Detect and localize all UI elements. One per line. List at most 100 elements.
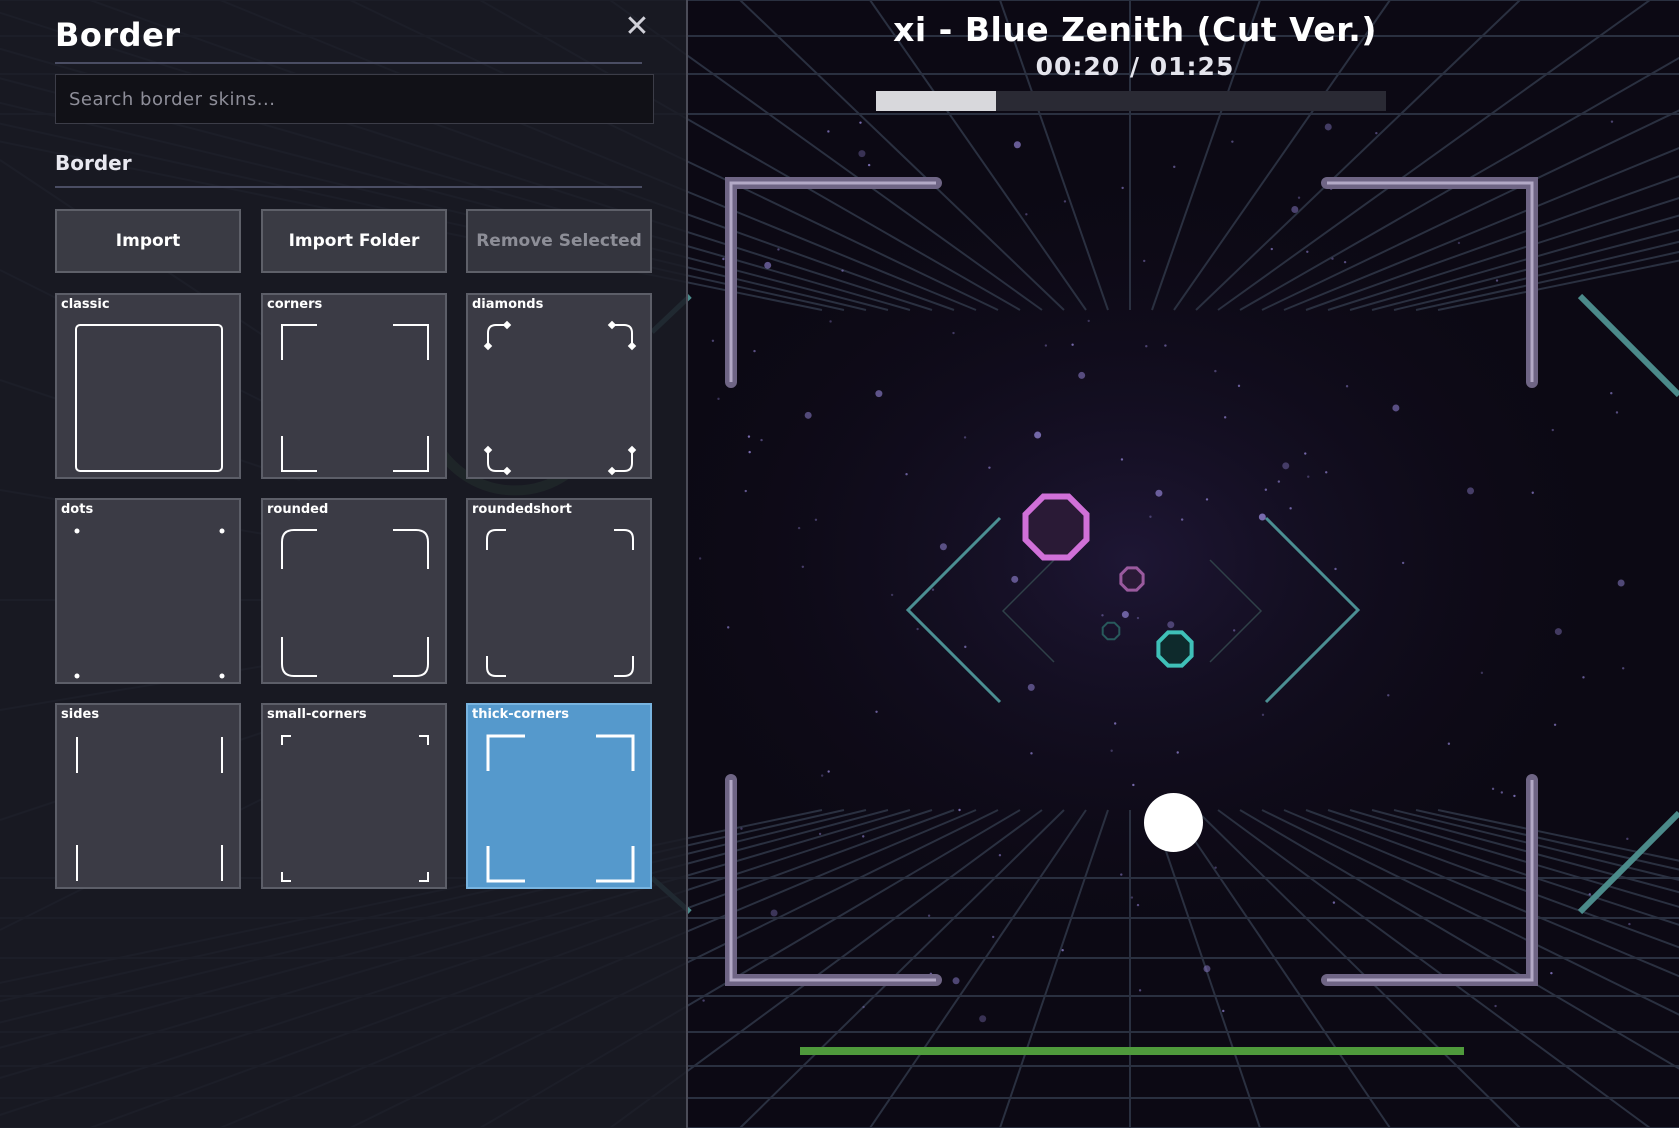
star [777, 248, 780, 251]
star [1155, 489, 1163, 497]
star [1258, 513, 1266, 521]
skin-tile-sides[interactable]: sides [55, 703, 241, 889]
close-icon[interactable]: ✕ [620, 10, 654, 44]
import-button[interactable]: Import [55, 209, 241, 273]
skin-tile-roundedshort[interactable]: roundedshort [466, 498, 652, 684]
star [1588, 893, 1591, 896]
star [1513, 794, 1516, 798]
star [702, 999, 705, 1002]
skin-tile-dots[interactable]: dots [55, 498, 241, 684]
skin-label: diamonds [472, 297, 544, 312]
skin-tile-corners[interactable]: corners [261, 293, 447, 479]
star [958, 808, 961, 812]
star [952, 331, 955, 335]
star [1063, 200, 1067, 203]
star [1626, 837, 1629, 841]
skin-label: corners [267, 297, 323, 312]
star [1554, 628, 1562, 636]
skin-label: small-corners [267, 707, 367, 722]
star [1582, 676, 1585, 679]
star [964, 645, 967, 649]
star [747, 435, 751, 438]
star [952, 977, 960, 985]
star [1332, 901, 1336, 904]
search-input[interactable] [55, 74, 654, 124]
remove-selected-button[interactable]: Remove Selected [466, 209, 652, 273]
star [1071, 343, 1074, 346]
import-folder-button[interactable]: Import Folder [261, 209, 447, 273]
star [1617, 579, 1625, 587]
star [1345, 385, 1349, 388]
star [740, 827, 743, 830]
skin-label: dots [61, 502, 94, 517]
song-time: 00:20 / 01:25 [1035, 52, 1235, 81]
star [1205, 498, 1209, 501]
star [875, 710, 878, 714]
diamonds-border-preview [483, 320, 637, 476]
star [1447, 742, 1451, 745]
star [1282, 462, 1290, 470]
star [1173, 165, 1176, 169]
star [998, 854, 1002, 857]
star [1027, 683, 1035, 691]
skin-tile-rounded[interactable]: rounded [261, 498, 447, 684]
star [1120, 458, 1124, 461]
skin-tile-classic[interactable]: classic [55, 293, 241, 479]
song-title: xi - Blue Zenith (Cut Ver.) [893, 10, 1377, 49]
note-pink-large [1022, 493, 1090, 561]
star [858, 150, 866, 158]
roundedshort-border-preview [486, 529, 634, 677]
star [1180, 518, 1184, 521]
skin-tile-diamonds[interactable]: diamonds [466, 293, 652, 479]
skin-tile-thick-corners[interactable]: thick-corners [466, 703, 652, 889]
star [1214, 866, 1217, 869]
skin-tile-small-corners[interactable]: small-corners [261, 703, 447, 889]
star [1550, 971, 1553, 975]
star [1222, 1009, 1225, 1013]
star [992, 935, 995, 939]
star [717, 397, 720, 401]
star [1261, 713, 1265, 717]
star [916, 627, 919, 631]
star [1138, 989, 1142, 992]
star [1130, 896, 1134, 899]
star [1500, 791, 1504, 794]
star [1553, 723, 1557, 726]
panel-title: Border [55, 16, 181, 54]
star [1628, 922, 1631, 926]
star [1387, 694, 1390, 697]
star [1375, 131, 1378, 135]
health-fill [800, 1047, 1464, 1055]
skin-label: thick-corners [472, 707, 569, 722]
star [711, 339, 715, 343]
star [1237, 384, 1241, 388]
star [1143, 259, 1146, 263]
border-settings-panel: Border ✕ Border Import Import Folder Rem… [0, 0, 688, 1128]
star [1013, 141, 1021, 149]
star [1270, 247, 1274, 251]
star [1467, 487, 1475, 495]
star [1610, 120, 1614, 123]
song-progress-fill [876, 91, 996, 111]
thick-corners-border-preview [486, 734, 635, 883]
star [1214, 369, 1217, 373]
star [1101, 614, 1104, 617]
star [1061, 948, 1064, 952]
star [829, 320, 832, 323]
star [1495, 279, 1499, 282]
star [797, 526, 801, 530]
star [1331, 257, 1334, 260]
star [1164, 344, 1167, 347]
section-divider [55, 186, 642, 188]
star [1232, 629, 1236, 632]
star [1401, 561, 1405, 565]
star [1149, 515, 1152, 518]
star [1132, 783, 1135, 787]
section-label: Border [55, 151, 132, 175]
star [1145, 344, 1148, 348]
star [744, 489, 747, 493]
star [827, 130, 830, 133]
star [867, 163, 871, 167]
star [1223, 416, 1227, 419]
star [1392, 404, 1400, 412]
